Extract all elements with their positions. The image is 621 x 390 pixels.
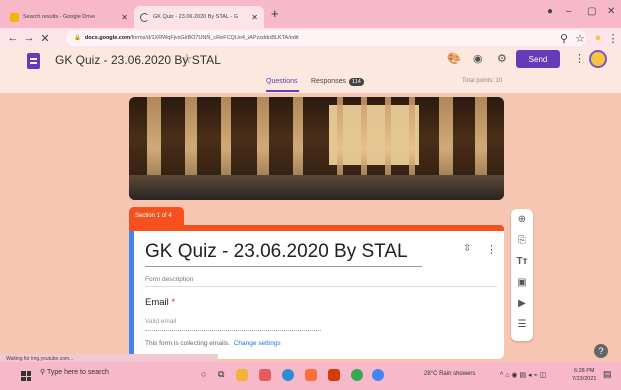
weather-widget[interactable]: 28°C Rain showers [424,371,475,377]
form-tabs: Questions Responses 114 Total points: 10 [0,76,621,93]
tab-questions[interactable]: Questions [266,78,298,85]
back-icon[interactable]: ← [5,32,21,44]
email-collection-note: This form is collecting emails. Change s… [145,340,281,347]
document-title[interactable]: GK Quiz - 23.06.2020 By STAL [55,53,221,67]
collapse-section-icon[interactable]: ⇳ [463,243,471,254]
floating-toolbar: ⊕ ⎘ Tт ▣ ▶ ☰ [511,209,533,341]
preview-eye-icon[interactable]: ◉ [473,52,483,65]
forward-icon[interactable]: → [21,32,37,44]
form-title-card[interactable]: GK Quiz - 23.06.2020 By STAL ⇳ ⋮ Form de… [129,231,504,359]
maximize-icon[interactable]: ▢ [587,6,596,17]
title-underline [145,266,422,267]
stop-loading-icon[interactable]: ✕ [37,32,53,45]
more-options-icon[interactable]: ⋮ [574,52,585,65]
form-description-field[interactable]: Form description [145,276,193,283]
profile-avatar-icon[interactable]: ● [590,32,606,44]
browser-tab-drive[interactable]: Search results - Google Drive ✕ [4,6,134,28]
clock-date: 7/23/2021 [572,376,597,382]
chrome-icon[interactable] [351,369,363,381]
close-tab-icon[interactable]: ✕ [251,13,258,22]
close-window-icon[interactable]: ✕ [607,6,615,17]
add-question-icon[interactable]: ⊕ [511,214,533,225]
clock-time: 6:28 PM [573,368,595,374]
url-path: /forms/d/1XRWqFjvxGkBO7UNN_cReFCQUo4_iAP… [130,35,299,41]
help-icon[interactable]: ? [594,344,608,358]
active-tab-indicator [266,90,299,92]
close-tab-icon[interactable]: ✕ [121,13,128,22]
address-bar-row: ← → ✕ 🔒 docs.google.com /forms/d/1XRWqFj… [0,28,621,48]
drive-favicon-icon [10,12,19,22]
taskbar-search[interactable]: ⚲ Type here to search [40,368,109,376]
clock[interactable]: 6:28 PM 7/23/2021 [572,367,596,383]
taskbar: ⚲ Type here to search ○ ⧉ 28°C Rain show… [0,362,621,390]
browser-tab-forms[interactable]: GK Quiz - 23.06.2020 By STAL - G ✕ [134,6,264,28]
responses-count-badge: 114 [349,78,364,86]
add-title-icon[interactable]: Tт [511,256,533,267]
windows-start-icon[interactable] [21,371,31,381]
add-section-icon[interactable]: ☰ [511,319,533,330]
section-more-icon[interactable]: ⋮ [486,243,497,256]
settings-gear-icon[interactable]: ⚙ [497,52,507,65]
email-underline [145,330,321,331]
tab-responses[interactable]: Responses 114 [311,78,364,86]
search-icon: ⚲ [40,369,46,376]
chrome-profile-icon[interactable] [372,369,384,381]
system-tray-icons[interactable]: ^ ⌂ ◉ ▤ ◂ ⌁ ◫ [500,371,546,379]
send-button[interactable]: Send [516,50,560,68]
taskbar-search-placeholder: Type here to search [46,369,109,376]
palette-icon[interactable]: 🎨 [447,52,461,65]
url-domain: docs.google.com [84,35,131,41]
required-asterisk: * [171,297,176,308]
form-title[interactable]: GK Quiz - 23.06.2020 By STAL [145,241,408,263]
header-banner-image [129,97,504,200]
add-video-icon[interactable]: ▶ [511,298,533,309]
email-label-text: Email [145,297,169,308]
notifications-icon[interactable]: ▤ [603,369,612,380]
cortana-icon[interactable]: ○ [201,369,206,379]
zoom-icon[interactable]: ⚲ [556,32,572,45]
lock-icon: 🔒 [74,35,81,41]
google-forms-icon[interactable] [27,53,40,69]
browser-menu-icon[interactable]: ⋮ [605,32,621,45]
tab-responses-label: Responses [311,78,347,85]
firefox-icon[interactable] [305,369,317,381]
section-label: Section 1 of 4 [129,207,184,225]
email-field: Valid email [145,318,177,325]
loading-spinner-icon [140,12,149,22]
tab-label: GK Quiz - 23.06.2020 By STAL - G [153,14,238,20]
profile-dot-icon[interactable]: ● [547,6,553,17]
browser-tab-strip: Search results - Google Drive ✕ GK Quiz … [0,0,621,28]
star-icon[interactable]: ☆ [181,51,193,67]
file-explorer-icon[interactable] [236,369,248,381]
tab-label: Search results - Google Drive [23,14,96,20]
email-question-label: Email * [145,297,175,308]
import-questions-icon[interactable]: ⎘ [511,235,533,246]
minimize-icon[interactable]: – [566,6,572,17]
avatar[interactable] [589,50,607,68]
task-view-icon[interactable]: ⧉ [218,369,224,380]
bookmark-star-icon[interactable]: ☆ [572,32,588,45]
url-bar[interactable]: 🔒 docs.google.com /forms/d/1XRWqFjvxGkBO… [66,30,586,46]
app-icon[interactable] [259,369,271,381]
collect-note-text: This form is collecting emails. [145,340,230,347]
office-icon[interactable] [328,369,340,381]
forms-header: GK Quiz - 23.06.2020 By STAL ☆ 🎨 ◉ ⚙ Sen… [0,48,621,93]
change-settings-link[interactable]: Change settings [234,340,281,347]
description-underline [145,286,497,287]
new-tab-button[interactable]: + [271,6,279,21]
total-points: Total points: 10 [462,78,503,84]
add-image-icon[interactable]: ▣ [511,277,533,288]
edge-icon[interactable] [282,369,294,381]
